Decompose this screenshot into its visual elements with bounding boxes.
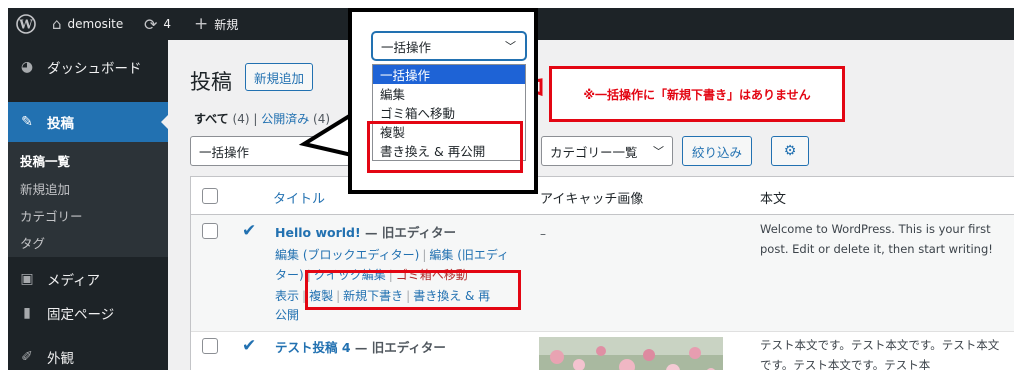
post-excerpt: Welcome to WordPress. This is your first… [760,222,993,256]
edit-classic-editor-link-cont[interactable]: ター) [275,268,304,282]
site-name-link[interactable]: ⌂ demosite [52,8,123,40]
new-content-link[interactable]: + 新規 [194,8,238,40]
sidebar-item-label: 外観 [47,351,74,367]
brush-icon: ✐ [21,349,33,365]
updates-count: 4 [163,17,172,31]
status-filters: すべて (4) | 公開済み (4) [194,112,331,126]
sidebar-item-label: 投稿 [47,116,74,132]
checkmark-icon: ✔ [242,336,257,356]
screen-options-button[interactable]: ⚙ [771,136,809,166]
bulk-action-dropdown[interactable]: 一括操作 ﹀ [372,32,526,60]
post-title-link[interactable]: Hello world! — 旧エディター [275,222,456,241]
submenu-categories[interactable]: カテゴリー [20,206,83,225]
media-icon: ▣ [20,271,34,287]
dropdown-zoom-callout: 一括操作 ﹀ 一括操作 編集 ゴミ箱へ移動 複製 書き換え & 再公開 [348,8,538,194]
post-editor-state: — 旧エディター [350,340,446,355]
gear-icon: ⚙ [783,143,797,159]
no-eyecatch: – [540,227,546,241]
filter-published[interactable]: 公開済み [261,112,309,126]
sidebar-item-label: 固定ページ [47,307,115,323]
page-icon: ▮ [23,305,31,321]
post-editor-state: — 旧エディター [360,225,457,240]
refresh-icon: ⟳ [144,14,158,34]
submenu-all-posts[interactable]: 投稿一覧 [20,151,70,170]
table-row: ✔ テスト投稿 4 — 旧エディター テスト本文です。テスト本文です。テスト本文… [191,332,1014,370]
screenshot-frame: W ⌂ demosite ⟳ 4 + 新規 ◕ ダッシュボード ✎ 投稿 投稿一… [8,8,1014,370]
filter-all[interactable]: すべて [194,112,229,126]
sidebar-item-media[interactable]: ▣ メディア [8,262,168,296]
pin-icon: ✎ [21,114,33,130]
dropdown-value: 一括操作 [381,39,432,55]
svg-text:W: W [18,18,33,32]
row-actions-highlight [305,270,521,310]
select-all-checkbox[interactable] [202,188,218,204]
sidebar-item-pages[interactable]: ▮ 固定ページ [8,296,168,330]
option-bulk-action[interactable]: 一括操作 [373,65,525,84]
add-new-button[interactable]: 新規追加 [245,63,314,91]
sidebar-item-posts[interactable]: ✎ 投稿 [8,102,169,142]
updates-link[interactable]: ⟳ 4 [144,8,171,40]
eyecatch-thumbnail[interactable] [539,337,723,370]
checkmark-icon: ✔ [242,221,257,241]
sidebar-item-label: ダッシュボード [47,61,142,77]
chevron-down-icon: ﹀ [653,145,664,158]
column-title[interactable]: タイトル [273,188,325,207]
sidebar-item-label: メディア [47,273,101,289]
table-header: タイトル アイキャッチ画像 本文 [191,177,1014,215]
filter-button[interactable]: 絞り込み [682,136,752,166]
admin-sidebar: ◕ ダッシュボード ✎ 投稿 投稿一覧 新規追加 カテゴリー タグ ▣ メディア… [8,40,169,370]
sidebar-item-appearance[interactable]: ✐ 外観 [8,340,168,370]
bulk-action-select[interactable]: 一括操作 [190,136,350,166]
home-icon: ⌂ [52,15,62,33]
filter-all-count: (4) [232,112,250,126]
option-edit[interactable]: 編集 [373,84,525,103]
post-title-link[interactable]: テスト投稿 4 — 旧エディター [275,337,446,356]
category-filter-select[interactable]: カテゴリー一覧 ﹀ [541,136,673,166]
row-checkbox[interactable] [202,223,218,239]
post-excerpt: テスト本文です。テスト本文です。テスト本文です。テスト本文です。テスト本 [760,338,1000,370]
plus-icon: + [194,14,209,34]
posts-submenu: 投稿一覧 新規追加 カテゴリー タグ [8,142,168,257]
page-title: 投稿 [190,70,232,94]
post-title: Hello world! [275,225,361,240]
submenu-add-new[interactable]: 新規追加 [20,179,70,198]
row-checkbox[interactable] [202,338,218,354]
edit-block-editor-link[interactable]: 編集 (ブロックエディター) [275,248,419,262]
rewrite-republish-link-cont[interactable]: 公開 [275,308,299,322]
wordpress-logo[interactable]: W [16,8,36,40]
sidebar-item-dashboard[interactable]: ◕ ダッシュボード [8,50,168,84]
column-eyecatch: アイキャッチ画像 [540,192,644,207]
row-actions-line1: 編集 (ブロックエディター) | 編集 (旧エディ [275,248,510,262]
site-name: demosite [67,17,124,31]
category-select-value: カテゴリー一覧 [550,144,638,160]
option-trash[interactable]: ゴミ箱へ移動 [373,103,525,122]
flower-photo [539,337,723,370]
annotation-note: ※一括操作に「新規下書き」はありません [549,66,845,122]
post-title: テスト投稿 4 [275,340,351,355]
wordpress-icon: W [16,14,36,34]
chevron-down-icon: ﹀ [505,40,516,53]
filter-published-count: (4) [313,112,331,126]
view-link[interactable]: 表示 [275,289,299,303]
submenu-tags[interactable]: タグ [20,233,45,252]
new-content-label: 新規 [214,17,239,32]
dashboard-icon: ◕ [20,59,34,75]
options-highlight [367,121,523,173]
edit-classic-editor-link[interactable]: 編集 (旧エディ [429,248,509,262]
row-actions-line4: 公開 [275,306,299,323]
column-content: 本文 [760,192,787,207]
